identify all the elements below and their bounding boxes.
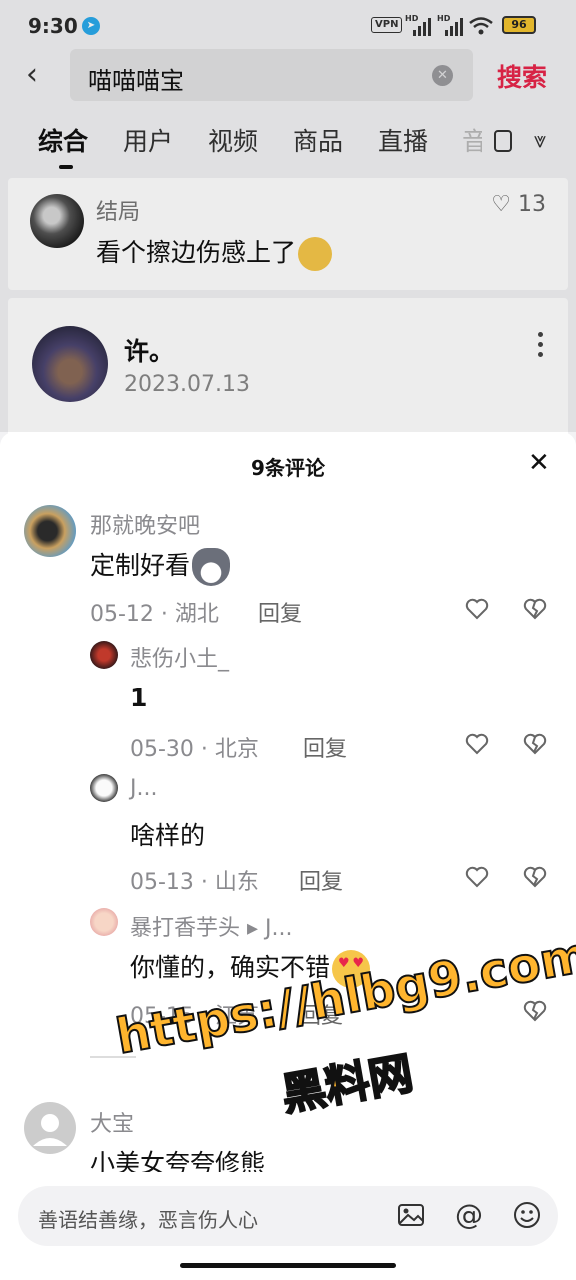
comment-username[interactable]: 暴打香芋头 ▸ J... [130, 910, 293, 942]
comments-title: 9条评论 [251, 456, 325, 480]
avatar[interactable] [24, 505, 76, 557]
comment-username[interactable]: 那就晚安吧 [90, 508, 200, 540]
comment-username[interactable]: J... [130, 776, 157, 801]
avatar[interactable] [24, 1102, 76, 1154]
like-icon[interactable] [464, 864, 490, 890]
comment-input-placeholder: 善语结善缘，恶言伤人心 [38, 1208, 258, 1232]
default-avatar-icon [33, 1114, 67, 1146]
comment-text: 1 [130, 683, 148, 712]
comment-meta: 05-13 · 山东 [130, 870, 259, 895]
comment-meta: 05-12 · 湖北 [90, 602, 219, 627]
like-icon[interactable] [464, 731, 490, 757]
comment-text-content: 定制好看 [90, 551, 191, 580]
avatar[interactable] [90, 774, 118, 802]
comment-text: 啥样的 [130, 821, 206, 850]
comment-username[interactable]: 悲伤小土_ [130, 641, 229, 673]
dim-overlay[interactable] [0, 0, 576, 432]
dislike-icon[interactable] [522, 864, 548, 890]
reply-button[interactable]: 回复 [258, 596, 302, 628]
like-icon[interactable] [464, 596, 490, 622]
reply-button[interactable]: 回复 [303, 731, 347, 763]
comment-text: 定制好看 [90, 546, 231, 586]
comment-input[interactable]: 善语结善缘，恶言伤人心 @ [18, 1186, 558, 1246]
comment-username[interactable]: 大宝 [90, 1106, 134, 1138]
reply-button[interactable]: 回复 [299, 864, 343, 896]
close-icon[interactable]: ✕ [528, 450, 550, 476]
image-icon[interactable] [396, 1200, 426, 1230]
avatar[interactable] [90, 641, 118, 669]
comment-meta: 05-30 · 北京 [130, 737, 259, 762]
emoji-picker-icon[interactable] [512, 1200, 542, 1230]
at-mention-icon[interactable]: @ [454, 1200, 484, 1230]
dislike-icon[interactable] [522, 998, 548, 1024]
dislike-icon[interactable] [522, 596, 548, 622]
husky-emoji-icon [192, 548, 231, 586]
home-indicator [180, 1263, 396, 1268]
dislike-icon[interactable] [522, 731, 548, 757]
comments-sheet: 9条评论 ✕ 那就晚安吧 定制好看 05-12 · 湖北 回复 悲伤小土_ 1 … [0, 432, 576, 1280]
avatar[interactable] [90, 908, 118, 936]
